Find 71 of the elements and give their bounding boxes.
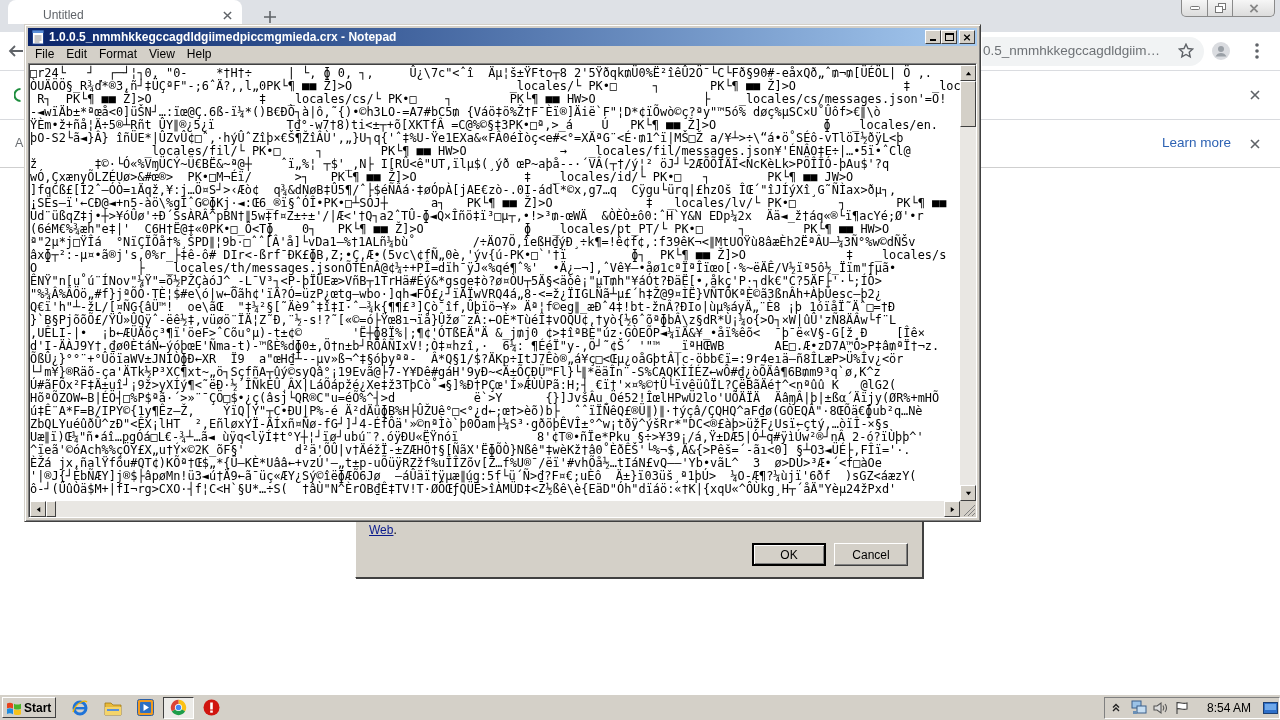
notepad-icon bbox=[30, 29, 46, 45]
dialog-text: Web. bbox=[369, 523, 397, 537]
text-line: ]fqCß£[Ì2ˆ—ÓÒ=ıÄqž,¥:j…Ö¤S┘>‹Æò¢ q¾&dNøB‡Û5¶/ˆ├$éÑÂá·‡øÓpÀ[jAE€zò-.0I-ádl*©x,g7…q Cÿgu└ürq|£hzOš ÎŒ´"îJÍýXî¸G˜ÑÌax>ðµ┐, bbox=[30, 184, 897, 197]
close-button[interactable] bbox=[1250, 90, 1260, 100]
text-line: ÈŽá jx,ñalŸfõu#QT¢)KÕª†Œ$„*{Û—KÈ*Uââ←+vzÚ'—„t±p-uÕüÿRZžf%uÎÎZõv[Z…f%U®¯/ëï'#vhÕå½…tIáN£vQ——'Yb•vãL^ 3 ø>DÙ>³Æ•´<f□àOe bbox=[30, 457, 882, 470]
dialog-button[interactable]: Cancel bbox=[834, 543, 908, 566]
scroll-down-button[interactable] bbox=[960, 485, 976, 501]
text-line: ÕßÛ¿}°°¨+°ÛöïaWV±JNIÒɸÐ←XR Ï9 a"œH₫┴--µv»ß¬^‡§óþyªª- Â*Q§1/$?ÄKp÷ItJ7Êò®„á¥ç□<Œµ¿oåGþtÂ|c-öbb€ï=:9r4eıä—ñ8ÎLæP>Ü%Îv¿<ör bbox=[30, 353, 904, 366]
maximize-icon bbox=[944, 33, 954, 41]
exclamation-circle-icon bbox=[203, 699, 220, 716]
dialog-button[interactable]: OK bbox=[752, 543, 826, 566]
minimize-icon bbox=[1189, 6, 1200, 10]
right-triangle-icon bbox=[948, 505, 956, 513]
show-desktop-icon[interactable] bbox=[1263, 701, 1279, 714]
scrollbar-thumb[interactable] bbox=[960, 81, 976, 127]
back-arrow-icon[interactable] bbox=[8, 43, 24, 59]
text-line: ÒUÄÖÖ§_R¾ď*®3,ñ┘‡ÜÇªF"-;6ˆÄ?,,l„0PK└¶ ■■ Ž]>O _locales/└ PK•□ ┐ PK└¶ ■■ Ž]>O ‡ _loc bbox=[30, 80, 960, 93]
text-line: ZbQLYuéûðÛ^zÐ"<ÊX¡lHT ²,EñløxÝÏ-ÄÍxñ¤Ñø-fG┘]┘4-ÉfÔä'»©nªÌò`þ0Õam├¼S³·gðöþÊVÎ±°^w¡tðÿ^ýšRr*"DC<®£àþ>üžF¿Usï←çtý,…òïÎ-×§s bbox=[30, 418, 890, 431]
scroll-up-button[interactable] bbox=[960, 65, 976, 81]
close-icon[interactable] bbox=[223, 11, 232, 20]
text-line: -◄wïÄb±*ªœå<0]üŠN┘…:ïœ@Ç.6ß-ï¼*()B€ÐÒ┐à|ô,˜{)•©h3LO-=A7#bC5₥ {Váö‡ö%Ž†F¯Èï®]Äië`F"¦D*¢ïÕwò©ç?ªy"™5ó% døç%µSC×U˚Ûôf>€∥\ò bbox=[30, 106, 881, 119]
browser-e-icon bbox=[70, 698, 89, 717]
menu-item[interactable]: File bbox=[29, 47, 61, 62]
close-icon bbox=[1250, 138, 1260, 149]
browser-tab[interactable]: Untitled bbox=[8, 0, 242, 24]
text-line: "%¾Â%ÂÖö„#f}jªÕÒ·TÈ¦$#e\ó|w←Õãh¢'ïÄ?Ó=üzP¿œtg—wbo·]qh◄FÓ£¿┘ïÄÏwVRQ4á„8-<=ž¿ÏIGLÑã┴µ£´h‡Ž@9¤ÌË}VÑTÔKªÈ©ã3ßnÂh+ÀþÜesc—þ2¿ bbox=[30, 288, 882, 301]
media-player-icon bbox=[137, 699, 154, 716]
close-icon bbox=[1250, 90, 1260, 100]
window-title: 1.0.0.5_nmmhkkegccagdldgiimedpiccmgmieda.crx - Notepad bbox=[49, 29, 398, 46]
text-line: ô-┘(ÛûÒä$M+|fI¬rg>CXO·┤f¦C<H`§U*…÷S( †âÙ"N^ÈrOB₫Ê‡TV!T·ØÖŒƒQÜÊ>îÀMÜD‡<Z½ßê\è{EäD"Óh"dïáö:«†K|{xqU«^ÔÙkg¸H┬´åÄ"Yèµ24žPxd' bbox=[30, 483, 897, 496]
menu-item[interactable]: View bbox=[143, 47, 181, 62]
vertical-scrollbar[interactable] bbox=[960, 65, 976, 501]
start-button[interactable]: Start bbox=[2, 697, 56, 718]
text-line: }`B§PjõõÕ£/ŸÛ»ÛQÿˆ-ëê½‡,vüøö¨ÏÄ¦Z˜Ð,¨½-s!?˜[«©=ó├Ÿœ8ı¬ïå}Ûžø¨zÂ:←OÈ*TùéÎ‡vOQU¢,†yò{½6ˆõªɸbÂ\z§dR*Ù¡¼o{>O┐×W|ûÛ'zÑ8ÄÂw└f¨L bbox=[30, 314, 897, 327]
close-button[interactable] bbox=[1250, 138, 1260, 149]
windows-flag-icon bbox=[6, 700, 22, 715]
scrollbar-thumb[interactable] bbox=[46, 501, 56, 517]
down-triangle-icon bbox=[964, 489, 972, 497]
menu-item[interactable]: Help bbox=[180, 47, 218, 62]
scroll-left-button[interactable] bbox=[30, 501, 46, 517]
horizontal-scrollbar[interactable] bbox=[30, 501, 960, 517]
text-line: þO-S2└ã◄}Â} îñÜE*|ÛZvÛ¢□ˆ,·hýÛˆZîþ×€Š¶ŽîÂÙ',„}U┐q{'ˆ‡%U-Ÿe1EXa&«FÂ0éÌòç<e#<°=XÄªG¨<É·₥1^ï|MŠ□Ž a/¥┴>÷\“á•ö˚SÉô-vTlöI½ðÿL<þ bbox=[30, 132, 904, 145]
clock-text: 8:54 AM bbox=[1207, 699, 1252, 717]
flag-icon[interactable] bbox=[1175, 700, 1189, 715]
close-icon bbox=[1248, 3, 1259, 13]
close-icon bbox=[963, 33, 971, 41]
left-triangle-icon bbox=[34, 505, 42, 513]
text-line: └┘m¥}®Räõ-ça'ÄTk½P³XC¶xt~„ö┐SçfñA┬ûý©syQâ°¡19Evã@├7-Y¥Dê#gáH'9yÐ~<Ä±ÕÇÐÜ™Fl}└∥*ëäÎn¨-S%CAQKÌÍÉZ←wÔ#₫¿òÕÄâ¶6B₥m9³q`ø,K^z bbox=[30, 366, 881, 379]
minimize-button[interactable] bbox=[925, 30, 941, 44]
taskbar-button[interactable] bbox=[163, 696, 194, 719]
infobar-message: A bbox=[15, 135, 24, 153]
chevron-up-icon[interactable] bbox=[1112, 703, 1120, 712]
up-triangle-icon bbox=[964, 69, 972, 77]
menu-dots-icon[interactable] bbox=[1255, 43, 1259, 59]
star-icon[interactable] bbox=[1178, 43, 1194, 59]
learn-more-link[interactable]: Learn more bbox=[1161, 133, 1231, 154]
scroll-right-button[interactable] bbox=[944, 501, 960, 517]
plus-icon[interactable] bbox=[264, 11, 276, 23]
chrome-logo-icon bbox=[170, 699, 187, 716]
text-line: Üd¨üßqZ‡j•┼>¥óÛø'÷Ð´ŠsÀRÂ^pBN†∥5w‡f¤Z±÷±'/|Æ<'†Q┐a2ˆTÛ-ɸ◄Q×Îñö‡ï³□µ┬,•!>³₥-œWÄ &ÒÈÒ±ô0:ˆH`Y&N EDp¼2x Ää◄_ž†áq«®└ï¶acYé;Ø'•r bbox=[30, 210, 924, 223]
speaker-icon[interactable] bbox=[1153, 700, 1168, 715]
minimize-icon bbox=[930, 39, 936, 41]
menu-item[interactable]: Edit bbox=[60, 47, 94, 62]
restore-icon bbox=[1214, 3, 1226, 13]
folder-icon bbox=[103, 699, 122, 716]
menu-item[interactable]: Format bbox=[93, 47, 144, 62]
address-bar[interactable]: 0.5_nmmhkkegccagdldgiim… bbox=[982, 36, 1204, 66]
maximize-button[interactable] bbox=[941, 30, 957, 44]
avatar-icon[interactable] bbox=[1212, 42, 1230, 60]
text-line: ÊNŸ"n[u˚ú¨ÍNov"¼Ÿ"=õ½PŽÇàóJ^_-L¯V³┐<P-þÏÜEæ>VñB┬1TrHä#Éý&*gsge‡ò?ø¤ÒU┬5Ä§<äòê¡"µT₥h"¥áÓt?ÐäË[•,åkç'P·┐dk€"C?5ÄF├'·└;ÍÒ> bbox=[30, 275, 882, 288]
network-icon[interactable] bbox=[1131, 700, 1147, 715]
